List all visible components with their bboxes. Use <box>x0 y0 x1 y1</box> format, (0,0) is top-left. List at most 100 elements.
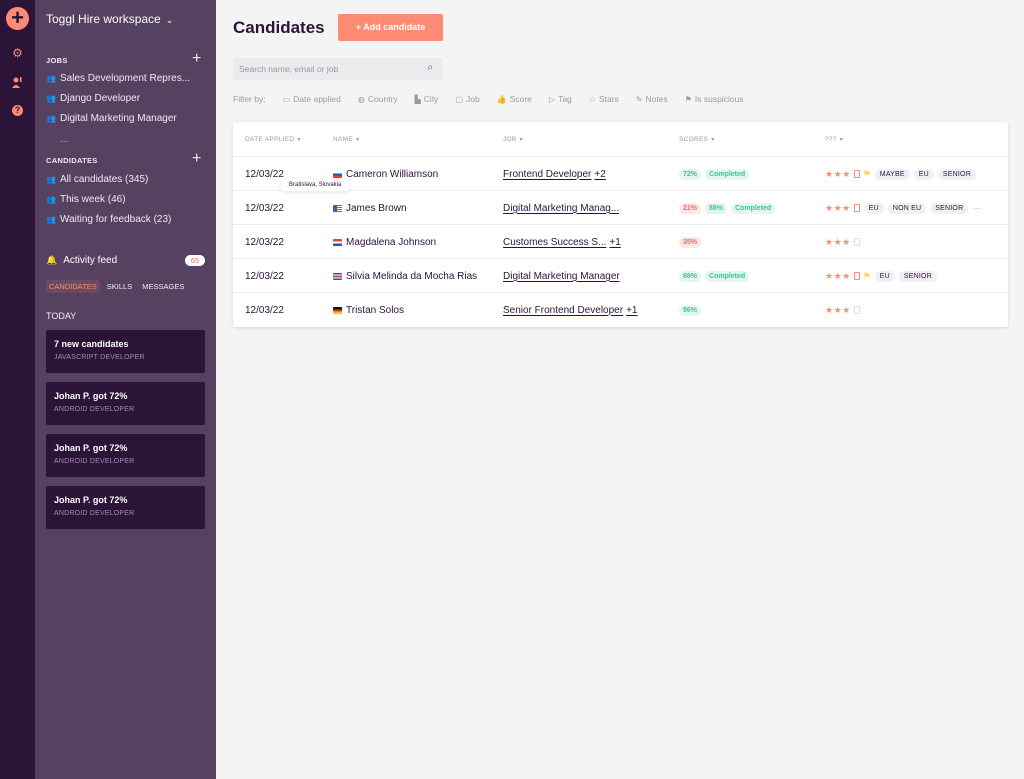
feed-card[interactable]: Johan P. got 72% ANDROID DEVELOPER <box>46 434 205 477</box>
tag-chip[interactable]: SENIOR <box>937 168 976 180</box>
filter-job[interactable]: ▢ Job <box>455 94 479 104</box>
flag-icon[interactable]: ⚑ <box>863 169 871 180</box>
country-flag-icon <box>333 170 342 178</box>
sidebar-candidates-item[interactable]: 👥 Waiting for feedback (23) <box>46 214 171 225</box>
sidebar-candidates-item[interactable]: 👥 This week (46) <box>46 194 126 205</box>
document-icon[interactable] <box>853 272 860 280</box>
filter-stars[interactable]: ☆ Stars <box>589 94 619 104</box>
job-cell: Digital Marketing Manager <box>503 259 620 293</box>
feed-card[interactable]: Johan P. got 72% ANDROID DEVELOPER <box>46 486 205 529</box>
star-rating[interactable]: ★★★ <box>825 271 851 282</box>
search-input[interactable] <box>233 58 413 80</box>
job-link[interactable]: Digital Marketing Manager <box>503 271 620 282</box>
candidate-name-cell[interactable]: Tristan Solos <box>333 293 404 327</box>
filter-tag[interactable]: ▷ Tag <box>549 94 572 104</box>
date-applied: 12/03/22 <box>245 168 284 180</box>
users-icon[interactable] <box>11 76 24 89</box>
star-rating[interactable]: ★★★ <box>825 237 851 248</box>
more-icon[interactable]: ··· <box>973 204 981 213</box>
tab-candidates[interactable]: CANDIDATES <box>46 280 100 293</box>
search-icon[interactable]: ⌕ <box>427 62 433 73</box>
add-job-button[interactable]: + <box>192 51 201 67</box>
flag-icon[interactable]: ⚑ <box>863 271 871 282</box>
tag-chip[interactable]: SENIOR <box>898 270 937 282</box>
feed-card[interactable]: Johan P. got 72% ANDROID DEVELOPER <box>46 382 205 425</box>
candidate-name: Tristan Solos <box>346 304 404 316</box>
candidate-name-cell[interactable]: Magdalena Johnson <box>333 225 436 259</box>
tag-chip[interactable]: SENIOR <box>930 202 969 214</box>
filter-suspicious[interactable]: ⚑ Is suspicious <box>685 94 744 104</box>
filter-notes[interactable]: ✎ Notes <box>636 94 668 104</box>
add-candidate-button[interactable]: + Add candidate <box>338 14 443 41</box>
tab-skills[interactable]: SKILLS <box>104 280 135 293</box>
tag-chip[interactable]: EU <box>874 270 895 282</box>
star-rating[interactable]: ★★★ <box>825 203 851 214</box>
header-name[interactable]: NAME ▾ <box>333 136 359 143</box>
star-rating[interactable]: ★★★ <box>825 169 851 180</box>
score-badge: 88% <box>705 202 728 214</box>
globe-icon: ◍ <box>357 95 365 104</box>
candidate-name-cell[interactable]: James Brown <box>333 191 407 225</box>
candidate-name: Magdalena Johnson <box>346 236 437 248</box>
table-row[interactable]: 12/03/22 Tristan Solos Senior Frontend Dev… <box>233 292 1008 326</box>
score-badge: 35% <box>679 236 702 248</box>
plus-icon[interactable]: + <box>6 7 29 30</box>
filter-score[interactable]: 👍 Score <box>497 94 532 104</box>
document-icon[interactable] <box>853 204 860 212</box>
sidebar-job-item[interactable]: 👥 Sales Development Repres... <box>46 73 190 84</box>
location-tooltip: Bratislava, Slovakia <box>281 179 350 191</box>
job-link[interactable]: Senior Frontend Developer <box>503 305 623 316</box>
candidate-name-cell[interactable]: Silvia Melinda da Mocha Rias <box>333 259 477 293</box>
tag-chip[interactable]: EU <box>913 168 934 180</box>
users-icon: 👥 <box>46 114 56 123</box>
more-jobs-link[interactable]: +2 <box>594 169 605 180</box>
table-row[interactable]: 12/03/22 Cameron Williamson Frontend Devel… <box>233 156 1008 190</box>
tag-chip[interactable]: MAYBE <box>874 168 910 180</box>
table-row[interactable]: 12/03/22 James Brown Digital Marketing Man… <box>233 190 1008 224</box>
workspace-switcher[interactable]: Toggl Hire workspace ⌄ <box>46 12 173 26</box>
filter-city[interactable]: ▙ City <box>415 94 439 104</box>
sort-icon: ▾ <box>711 137 715 143</box>
document-icon[interactable] <box>853 306 860 314</box>
tag-chip[interactable]: NON EU <box>887 202 927 214</box>
filter-date-applied[interactable]: ▭ Date applied <box>283 94 341 104</box>
more-jobs-link[interactable]: +1 <box>626 305 637 316</box>
header-other[interactable]: ??? ▾ <box>825 136 843 143</box>
help-icon[interactable]: ? <box>12 105 23 116</box>
job-cell: Senior Frontend Developer +1 <box>503 293 637 327</box>
document-icon[interactable] <box>853 170 860 178</box>
add-candidate-list-button[interactable]: + <box>192 151 201 167</box>
tag-chip[interactable]: EU <box>863 202 884 214</box>
job-cell: Customes Success S... +1 <box>503 225 621 259</box>
score-badge: 21% <box>679 202 702 214</box>
table-row[interactable]: 12/03/22 Silvia Melinda da Mocha Rias Digi… <box>233 258 1008 292</box>
job-link[interactable]: Digital Marketing Manag... <box>503 203 619 214</box>
feed-card[interactable]: 7 new candidates JAVASCRIPT DEVELOPER <box>46 330 205 373</box>
more-jobs-link[interactable]: +1 <box>609 237 620 248</box>
sidebar-candidates-item[interactable]: 👥 All candidates (345) <box>46 174 148 185</box>
sort-icon: ▾ <box>839 137 844 143</box>
filter-country[interactable]: ◍ Country <box>358 94 398 104</box>
sidebar-job-item[interactable]: 👥 Digital Marketing Manager <box>46 113 177 124</box>
header-job[interactable]: JOB ▾ <box>503 136 523 143</box>
table-row[interactable]: 12/03/22 Magdalena Johnson Customes Succes… <box>233 224 1008 258</box>
header-date-applied[interactable]: DATE APPLIED ▾ <box>245 136 301 143</box>
score-badge: 96% <box>679 304 702 316</box>
star-icon: ☆ <box>588 95 596 104</box>
jobs-more-link[interactable]: ... <box>60 134 68 145</box>
job-link[interactable]: Frontend Developer <box>503 169 591 180</box>
job-link[interactable]: Customes Success S... <box>503 237 606 248</box>
gear-icon[interactable]: ⚙ <box>11 47 24 60</box>
filter-bar: Filter by: ▭ Date applied ◍ Country ▙ City … <box>233 94 761 104</box>
feed-day-label: TODAY <box>46 311 77 321</box>
document-icon[interactable] <box>853 238 860 246</box>
activity-feed-title[interactable]: 🔔 Activity feed <box>46 255 117 266</box>
tab-messages[interactable]: MESSAGES <box>139 280 187 293</box>
header-scores[interactable]: SCORES ▾ <box>679 136 715 143</box>
star-rating[interactable]: ★★★ <box>825 305 851 316</box>
scores-cell: 96% <box>679 293 705 327</box>
sort-icon: ▾ <box>519 137 523 143</box>
sidebar-job-item[interactable]: 👥 Django Developer <box>46 93 140 104</box>
activity-tabs: CANDIDATES SKILLS MESSAGES <box>46 280 187 293</box>
country-flag-icon <box>333 238 342 246</box>
